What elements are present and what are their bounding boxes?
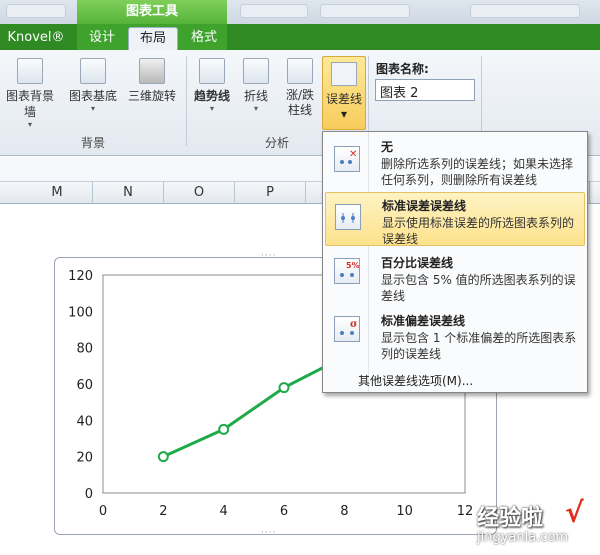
menu-item-description: 删除所选系列的误差线；如果未选择任何系列，则删除所有误差线 <box>381 157 574 187</box>
y-tick-label: 20 <box>76 451 93 466</box>
column-header-n[interactable]: N <box>93 182 164 204</box>
chart-tools-context-label: 图表工具 <box>77 0 227 24</box>
menu-item-title: 百分比误差线 <box>381 256 454 270</box>
menu-item-percentage[interactable]: 5% 百分比误差线 显示包含 5% 值的所选图表系列的误差线 <box>325 250 585 306</box>
error-bars-icon <box>331 62 357 86</box>
up-down-bars-button[interactable]: 涨/跌 柱线 <box>272 58 328 118</box>
background-group-label: 背景 <box>80 136 105 150</box>
menu-item-none[interactable]: ✕ 无 删除所选系列的误差线；如果未选择任何系列，则删除所有误差线 <box>325 134 585 190</box>
menu-item-description: 显示包含 1 个标准偏差的所选图表系列的误差线 <box>381 331 577 361</box>
y-tick-label: 60 <box>76 378 93 393</box>
data-point <box>218 423 230 435</box>
3d-rotation-label: 三维旋转 <box>127 89 176 103</box>
3d-rotation-icon <box>139 58 165 84</box>
svg-text:σ: σ <box>350 319 357 330</box>
dropdown-arrow-icon: ▾ <box>340 107 348 121</box>
up-down-bars-icon <box>287 58 313 84</box>
y-tick-label: 0 <box>85 487 93 502</box>
chart-floor-label: 图表基底 <box>68 89 117 103</box>
checkmark-icon: √ <box>565 496 584 529</box>
up-down-bars-label-line2: 柱线 <box>287 103 312 117</box>
chart-floor-icon <box>80 58 106 84</box>
tab-design[interactable]: 设计 <box>82 27 122 50</box>
data-point <box>278 382 290 394</box>
watermark: 经验啦 √ jingyanla.com <box>477 496 597 545</box>
y-tick-label: 40 <box>76 414 93 429</box>
x-tick-label: 8 <box>340 504 348 519</box>
standard-error-icon <box>335 204 361 230</box>
menu-item-title: 无 <box>381 140 394 154</box>
chart-name-input[interactable]: 图表 2 <box>375 79 475 101</box>
error-bars-label: 误差线 <box>325 92 362 106</box>
y-tick-label: 100 <box>68 305 93 320</box>
trendline-icon <box>199 58 225 84</box>
background-window-tab <box>320 4 410 18</box>
standard-deviation-icon: σ <box>334 316 360 342</box>
tab-layout[interactable]: 布局 <box>128 27 178 50</box>
chart-name-title: 图表名称: <box>376 62 429 76</box>
error-bars-button[interactable]: 误差线 ▾ <box>322 56 366 130</box>
x-tick-label: 12 <box>457 504 474 519</box>
data-point <box>157 451 169 463</box>
tab-format[interactable]: 格式 <box>184 27 224 50</box>
background-window-tab <box>6 4 66 18</box>
x-tick-label: 2 <box>159 504 167 519</box>
x-tick-label: 6 <box>280 504 288 519</box>
background-window-tab <box>470 4 580 18</box>
tab-knovel[interactable]: Knovel® <box>4 27 68 50</box>
column-header-o[interactable]: O <box>164 182 235 204</box>
menu-item-description: 显示包含 5% 值的所选图表系列的误差线 <box>381 273 576 303</box>
menu-item-title: 标准误差误差线 <box>382 199 467 213</box>
menu-item-standard-error[interactable]: 标准误差误差线 显示使用标准误差的所选图表系列的误差线 <box>325 192 585 246</box>
menu-item-standard-deviation[interactable]: σ 标准偏差误差线 显示包含 1 个标准偏差的所选图表系列的误差线 <box>325 308 585 364</box>
percentage-error-icon: 5% <box>334 258 360 284</box>
column-header-m[interactable]: M <box>22 182 93 204</box>
y-tick-label: 80 <box>76 342 93 357</box>
dropdown-arrow-icon: ▾ <box>27 120 32 129</box>
menu-item-description: 显示使用标准误差的所选图表系列的误差线 <box>382 216 575 246</box>
lines-icon <box>243 58 269 84</box>
x-tick-label: 4 <box>220 504 228 519</box>
svg-text:5%: 5% <box>346 261 359 270</box>
background-window-tab <box>240 4 308 18</box>
x-tick-label: 0 <box>99 504 107 519</box>
x-tick-label: 10 <box>396 504 413 519</box>
chart-wall-label: 图表背景墙 <box>5 89 54 119</box>
dropdown-arrow-icon: ▾ <box>90 104 95 113</box>
chart-floor-button[interactable]: 图表基底 ▾ <box>65 58 121 114</box>
series-line <box>162 355 346 459</box>
svg-text:✕: ✕ <box>349 149 357 160</box>
chart-wall-icon <box>17 58 43 84</box>
chart-wall-button[interactable]: 图表背景墙 ▾ <box>2 58 58 130</box>
ribbon-tab-row: Knovel® 设计 布局 格式 <box>0 24 600 50</box>
up-down-bars-label: 涨/跌 柱线 <box>272 88 328 118</box>
3d-rotation-button[interactable]: 三维旋转 <box>124 58 180 104</box>
title-bar: 图表工具 <box>0 0 600 24</box>
error-bars-dropdown-menu: ✕ 无 删除所选系列的误差线；如果未选择任何系列，则删除所有误差线 标准误差误差… <box>322 131 588 393</box>
up-down-bars-label-line1: 涨/跌 <box>285 88 315 102</box>
watermark-url: jingyanla.com <box>477 530 569 545</box>
more-error-bar-options[interactable]: 其他误差线选项(M)... <box>358 372 473 389</box>
y-tick-label: 120 <box>68 269 93 284</box>
column-header-p[interactable]: P <box>235 182 306 204</box>
no-error-bars-icon: ✕ <box>334 146 360 172</box>
menu-item-title: 标准偏差误差线 <box>381 314 466 328</box>
